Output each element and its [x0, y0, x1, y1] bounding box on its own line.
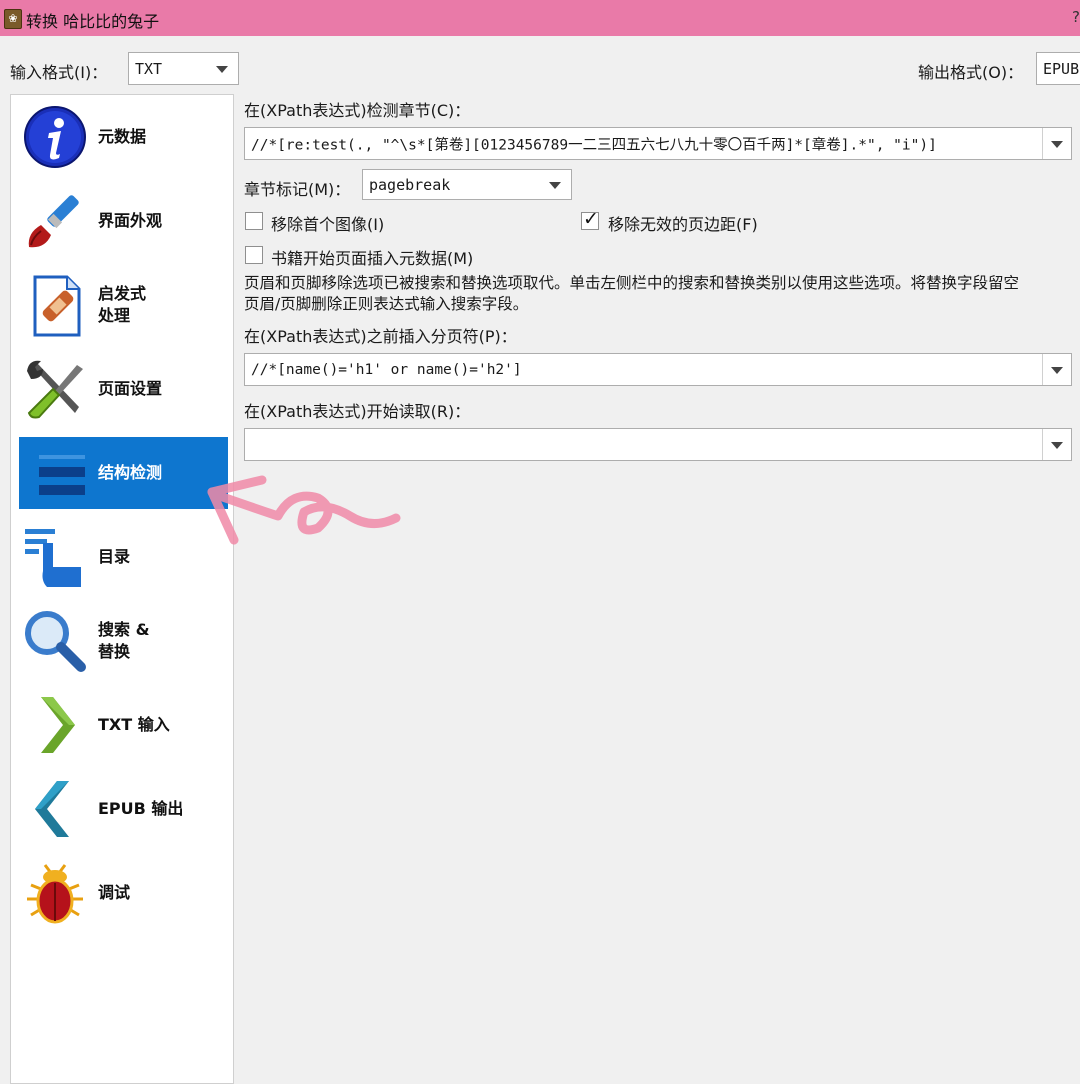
heuristics-document-icon [33, 275, 81, 337]
toc-hand-icon [25, 529, 81, 587]
chapter-xpath-value: //*[re:test(., "^\s*[第卷][0123456789一二三四五… [251, 137, 937, 153]
chapter-mark-value: pagebreak [369, 175, 451, 194]
checkmark-icon: ✓ [583, 208, 599, 230]
window-title: 转换 哈比比的兔子 [26, 12, 160, 31]
sidebar-item-debug[interactable]: 调试 [19, 857, 228, 929]
sidebar-item-label: 搜索 & 替换 [98, 620, 150, 661]
sidebar-item-txt-input[interactable]: TXT 输入 [19, 689, 228, 761]
info-icon [24, 106, 86, 168]
start-reading-xpath-input[interactable] [244, 428, 1072, 461]
sidebar-item-search-replace[interactable]: 搜索 & 替换 [19, 605, 228, 677]
remove-first-image-label: 移除首个图像(I) [271, 215, 385, 234]
help-button[interactable]: ? [1072, 8, 1080, 26]
sidebar-item-structure-detection[interactable]: 结构检测 [19, 437, 228, 509]
chapter-mark-select[interactable]: pagebreak [362, 169, 572, 200]
settings-sidebar: 元数据 界面外观 启发式 处理 页面设置 结构检测 目录 搜索 & 替换 TXT… [10, 94, 234, 1084]
calibre-app-icon: ❀ [4, 9, 22, 29]
note-line: 页眉和页脚移除选项已被搜索和替换选项取代。单击左侧栏中的搜索和替换类别以使用这些… [244, 274, 1020, 292]
sidebar-item-page-setup[interactable]: 页面设置 [19, 353, 228, 425]
sidebar-item-label: 页面设置 [98, 379, 163, 398]
remove-fake-margins-checkbox[interactable]: ✓ [581, 208, 599, 230]
chapter-xpath-dropdown[interactable] [1042, 128, 1071, 159]
sidebar-item-epub-output[interactable]: EPUB 输出 [19, 773, 228, 845]
remove-fake-margins-label: 移除无效的页边距(F) [608, 215, 758, 234]
page-break-label: 在(XPath表达式)之前插入分页符(P)： [244, 327, 517, 346]
chevron-down-icon [549, 181, 561, 189]
remove-first-image-checkbox[interactable] [245, 212, 263, 230]
input-format-value: TXT [135, 59, 163, 78]
chapter-xpath-input[interactable]: //*[re:test(., "^\s*[第卷][0123456789一二三四五… [244, 127, 1072, 160]
sidebar-item-label: 界面外观 [98, 211, 163, 230]
chevron-down-icon [1051, 366, 1063, 374]
sidebar-item-look-and-feel[interactable]: 界面外观 [19, 185, 228, 257]
page-break-xpath-value: //*[name()='h1' or name()='h2'] [251, 361, 522, 378]
input-format-select[interactable]: TXT [128, 52, 239, 85]
chevron-down-icon [216, 65, 228, 73]
page-break-xpath-dropdown[interactable] [1042, 354, 1071, 385]
chevron-left-icon [35, 781, 69, 837]
chapter-detect-label: 在(XPath表达式)检测章节(C)： [244, 101, 471, 120]
sidebar-item-metadata[interactable]: 元数据 [19, 101, 228, 173]
sidebar-item-label: 目录 [98, 547, 131, 566]
start-reading-label: 在(XPath表达式)开始读取(R)： [244, 402, 471, 421]
sidebar-item-label: 启发式 处理 [98, 284, 147, 325]
output-format-value: EPUB [1043, 59, 1080, 78]
structure-lines-icon [39, 455, 85, 495]
chevron-down-icon [1051, 140, 1063, 148]
title-bar: ❀ 转换 哈比比的兔子 ? [0, 0, 1080, 36]
output-format-label: 输出格式(O)： [918, 63, 1024, 82]
note-line: 页眉/页脚删除正则表达式输入搜索字段。 [244, 295, 529, 313]
chevron-down-icon [1051, 441, 1063, 449]
chevron-right-icon [41, 697, 75, 753]
wrench-screwdriver-icon [27, 360, 83, 419]
chapter-mark-label: 章节标记(M)： [244, 180, 351, 199]
magnifier-icon [25, 611, 86, 672]
bug-icon [27, 864, 83, 924]
sidebar-item-label: 调试 [98, 883, 131, 902]
sidebar-item-table-of-contents[interactable]: 目录 [19, 521, 228, 593]
sidebar-item-label: EPUB 输出 [98, 799, 184, 818]
paintbrush-icon [28, 195, 79, 248]
sidebar-item-label: 元数据 [98, 127, 147, 146]
sidebar-item-heuristics[interactable]: 启发式 处理 [19, 269, 228, 341]
header-footer-note: 页眉和页脚移除选项已被搜索和替换选项取代。单击左侧栏中的搜索和替换类别以使用这些… [244, 273, 1080, 315]
sidebar-item-label: 结构检测 [98, 463, 163, 482]
page-break-xpath-input[interactable]: //*[name()='h1' or name()='h2'] [244, 353, 1072, 386]
output-format-select[interactable]: EPUB [1036, 52, 1080, 85]
sidebar-item-label: TXT 输入 [98, 715, 170, 734]
input-format-label: 输入格式(I)： [10, 63, 108, 82]
insert-metadata-label: 书籍开始页面插入元数据(M) [271, 249, 474, 268]
start-reading-xpath-dropdown[interactable] [1042, 429, 1071, 460]
pink-arrow-annotation [207, 475, 401, 545]
insert-metadata-checkbox[interactable] [245, 246, 263, 264]
